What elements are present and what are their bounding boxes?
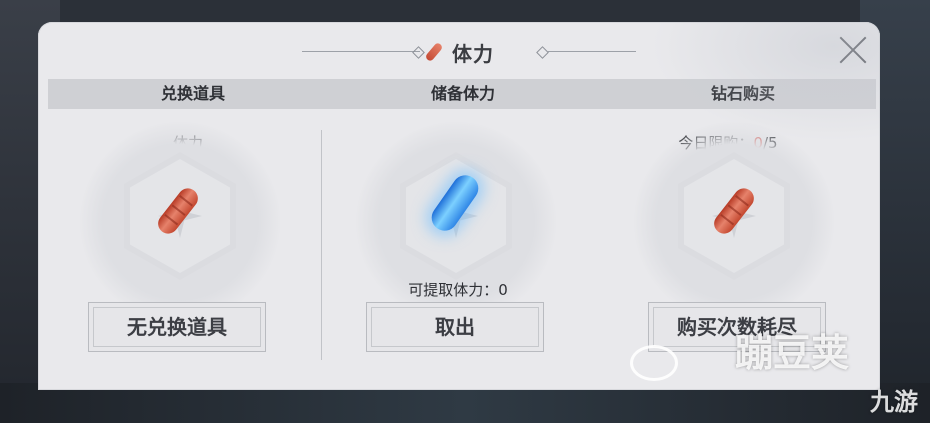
column-header-bar: 兑换道具 储备体力 钻石购买 [48, 79, 876, 109]
watermark-text-secondary: 九游 [870, 388, 918, 416]
withdraw-button[interactable]: 取出 [366, 302, 544, 352]
title-ornament-right [548, 51, 636, 52]
watermark-logo-icon [630, 345, 678, 381]
header-reserve: 储备体力 [430, 84, 495, 103]
extractable-stamina-label: 可提取体力：0 [408, 281, 508, 299]
header-diamond: 钻石购买 [710, 84, 775, 103]
title-diamond-left [412, 46, 425, 59]
header-exchange: 兑换道具 [160, 84, 225, 103]
title-ornament-left [302, 51, 420, 52]
dialog-title-row: 体力 [38, 36, 880, 66]
column-divider [321, 130, 322, 360]
close-icon[interactable] [836, 32, 870, 66]
title-diamond-right [536, 46, 549, 59]
sausage-icon [424, 41, 444, 63]
dialog-title: 体力 [452, 42, 494, 66]
no-exchange-item-button[interactable]: 无兑换道具 [88, 302, 266, 352]
watermark-text-primary: 蹦豆荚 [735, 331, 850, 375]
